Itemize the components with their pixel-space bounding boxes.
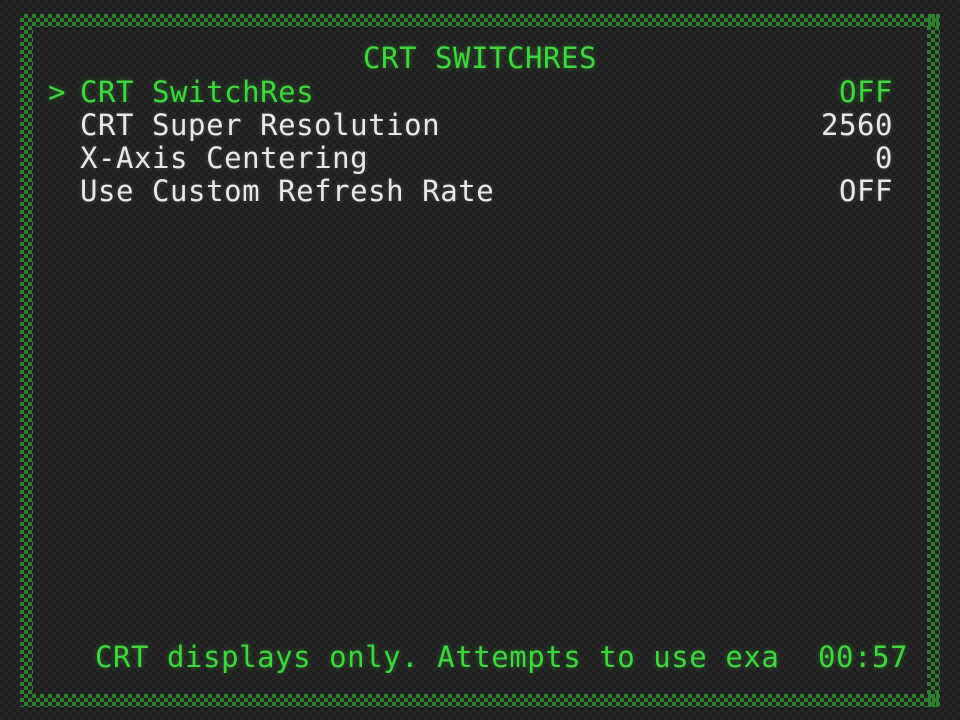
frame-border-bottom xyxy=(20,694,940,707)
menu-row[interactable]: X-Axis Centering 0 xyxy=(0,144,960,177)
menu-row[interactable]: > CRT SwitchRes OFF xyxy=(0,78,960,111)
footer-hint-text: CRT displays only. Attempts to use exa xyxy=(95,640,780,674)
menu-list: > CRT SwitchRes OFF CRT Super Resolution 256… xyxy=(0,78,960,210)
footer-clock: 00:57 xyxy=(818,640,909,674)
menu-item-value[interactable]: OFF xyxy=(839,78,893,107)
menu-title: CRT SWITCHRES xyxy=(362,41,598,75)
menu-item-label: Use Custom Refresh Rate xyxy=(80,174,495,208)
selection-cursor-icon: > xyxy=(48,75,66,109)
menu-item-label: CRT SwitchRes xyxy=(80,75,315,109)
menu-item-label: CRT Super Resolution xyxy=(80,108,441,142)
menu-row[interactable]: CRT Super Resolution 2560 xyxy=(0,111,960,144)
menu-item-value[interactable]: 2560 xyxy=(821,111,893,140)
menu-row[interactable]: Use Custom Refresh Rate OFF xyxy=(0,177,960,210)
menu-item-value[interactable]: 0 xyxy=(875,144,893,173)
menu-item-label: X-Axis Centering xyxy=(80,141,369,175)
menu-item-value[interactable]: OFF xyxy=(839,177,893,206)
crt-screen: CRT SWITCHRES > CRT SwitchRes OFF CRT Super… xyxy=(0,0,960,720)
frame-border-top xyxy=(20,14,940,27)
